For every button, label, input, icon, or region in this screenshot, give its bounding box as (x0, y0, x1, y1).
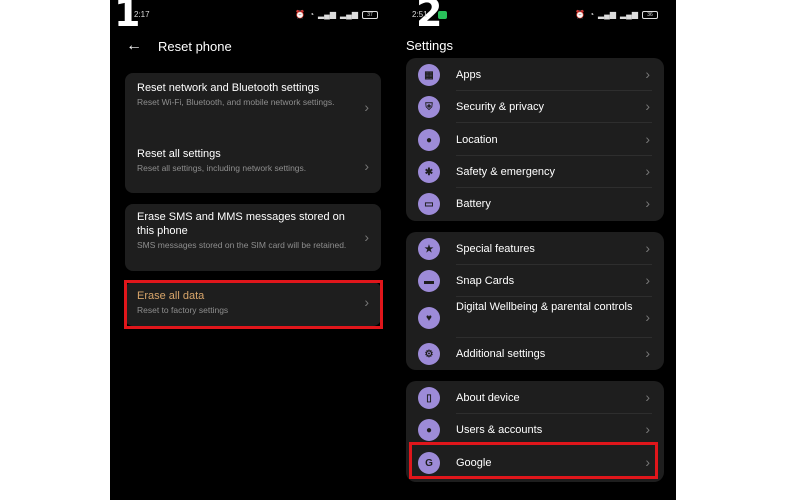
item-title: Reset network and Bluetooth settings (137, 82, 320, 94)
chevron-right-icon: › (645, 421, 650, 437)
chevron-right-icon: › (645, 66, 650, 82)
status-time: 2:51 (412, 10, 428, 19)
status-bar: 2:17 ⏰ ◔ ▂▄▆ ▂▄▆ 37 (110, 10, 396, 22)
erase-all-data-highlight (124, 280, 383, 329)
chevron-right-icon: › (364, 229, 369, 245)
user-icon: ● (418, 419, 440, 441)
settings-item-additional-settings[interactable]: ⚙ Additional settings › (406, 338, 664, 370)
asterisk-icon: ✱ (418, 161, 440, 183)
item-subtitle: SMS messages stored on the SIM card will… (137, 240, 347, 250)
item-subtitle: Reset Wi-Fi, Bluetooth, and mobile netwo… (137, 97, 335, 107)
settings-item-snap-cards[interactable]: ▬ Snap Cards › (406, 265, 664, 297)
item-title: Reset all settings (137, 148, 221, 160)
chevron-right-icon: › (645, 309, 650, 325)
settings-item-label: Digital Wellbeing & parental controls (456, 301, 633, 313)
settings-item-label: Additional settings (456, 348, 546, 360)
reset-phone-screen: 1 2:17 ⏰ ◔ ▂▄▆ ▂▄▆ 37 ← Reset phone Rese… (110, 0, 396, 500)
item-title: Erase SMS and MMS messages stored on thi… (137, 211, 345, 237)
apps-grid-icon: ▦ (418, 64, 440, 86)
status-icons: ⏰ ◔ ▂▄▆ ▂▄▆ 36 (575, 10, 658, 19)
settings-item-label: Security & privacy (456, 101, 545, 113)
battery-icon: ▭ (418, 193, 440, 215)
battery-icon: 36 (642, 10, 658, 19)
settings-item-label: Users & accounts (456, 424, 543, 436)
star-icon: ★ (418, 238, 440, 260)
chevron-right-icon: › (645, 272, 650, 288)
chevron-right-icon: › (364, 158, 369, 174)
chevron-right-icon: › (645, 195, 650, 211)
settings-item-about-device[interactable]: ▯ About device › (406, 382, 664, 414)
status-time: 2:17 (134, 10, 150, 19)
settings-screen: 2 2:51 ⏰ ◔ ▂▄▆ ▂▄▆ 36 Settings ▦ Apps › … (396, 0, 676, 500)
alarm-icon: ⏰ (295, 10, 306, 19)
notification-icon (438, 11, 447, 19)
settings-item-apps[interactable]: ▦ Apps › (406, 59, 664, 91)
status-icons: ⏰ ◔ ▂▄▆ ▂▄▆ 37 (295, 10, 378, 19)
google-highlight (409, 442, 658, 479)
arrow-left-icon[interactable]: ← (126, 38, 142, 54)
signal-icon: ▂▄▆ (318, 10, 337, 19)
chevron-right-icon: › (364, 99, 369, 115)
signal-icon: ▂▄▆ (620, 10, 638, 19)
settings-item-battery[interactable]: ▭ Battery › (406, 188, 664, 220)
settings-item-label: Special features (456, 243, 535, 255)
settings-item-label: Battery (456, 198, 491, 210)
page-title: Reset phone (158, 38, 232, 54)
wellbeing-icon: ♥ (418, 307, 440, 329)
chevron-right-icon: › (645, 131, 650, 147)
settings-item-location[interactable]: ● Location › (406, 124, 664, 156)
item-subtitle: Reset all settings, including network se… (137, 163, 307, 173)
wifi-icon: ◔ (309, 10, 315, 19)
erase-sms-card: Erase SMS and MMS messages stored on thi… (125, 204, 381, 271)
alarm-icon: ⏰ (575, 10, 586, 19)
battery-icon: 37 (362, 10, 378, 19)
location-pin-icon: ● (418, 129, 440, 151)
reset-all-settings-item[interactable]: Reset all settings Reset all settings, i… (137, 147, 353, 174)
chevron-right-icon: › (645, 163, 650, 179)
chevron-right-icon: › (645, 98, 650, 114)
signal-icon: ▂▄▆ (598, 10, 617, 19)
status-bar: 2:51 ⏰ ◔ ▂▄▆ ▂▄▆ 36 (396, 10, 676, 22)
settings-group-1: ▦ Apps › ⛨ Security & privacy › ● Locati… (406, 58, 664, 221)
settings-item-label: Location (456, 134, 498, 146)
divider (456, 296, 652, 297)
settings-item-label: Safety & emergency (456, 166, 556, 178)
gear-icon: ⚙ (418, 343, 440, 365)
settings-group-2: ★ Special features › ▬ Snap Cards › ♥ Di… (406, 232, 664, 370)
chevron-right-icon: › (645, 345, 650, 361)
wifi-icon: ◔ (589, 10, 595, 19)
settings-item-label: Snap Cards (456, 275, 515, 287)
reset-options-card: Reset network and Bluetooth settings Res… (125, 73, 381, 193)
chevron-right-icon: › (645, 389, 650, 405)
settings-item-security[interactable]: ⛨ Security & privacy › (406, 91, 664, 123)
divider (456, 122, 652, 123)
card-icon: ▬ (418, 270, 440, 292)
settings-item-label: About device (456, 392, 520, 404)
settings-item-safety[interactable]: ✱ Safety & emergency › (406, 156, 664, 188)
reset-network-item[interactable]: Reset network and Bluetooth settings Res… (137, 81, 353, 108)
shield-icon: ⛨ (418, 96, 440, 118)
reset-phone-header: ← Reset phone (126, 38, 232, 54)
settings-item-label: Apps (456, 69, 482, 81)
device-icon: ▯ (418, 387, 440, 409)
chevron-right-icon: › (645, 240, 650, 256)
settings-item-digital-wellbeing[interactable]: ♥ Digital Wellbeing & parental controls … (406, 298, 664, 338)
signal-icon: ▂▄▆ (340, 10, 358, 19)
page-title: Settings (406, 38, 453, 53)
settings-item-special-features[interactable]: ★ Special features › (406, 233, 664, 265)
erase-sms-item[interactable]: Erase SMS and MMS messages stored on thi… (137, 210, 353, 251)
